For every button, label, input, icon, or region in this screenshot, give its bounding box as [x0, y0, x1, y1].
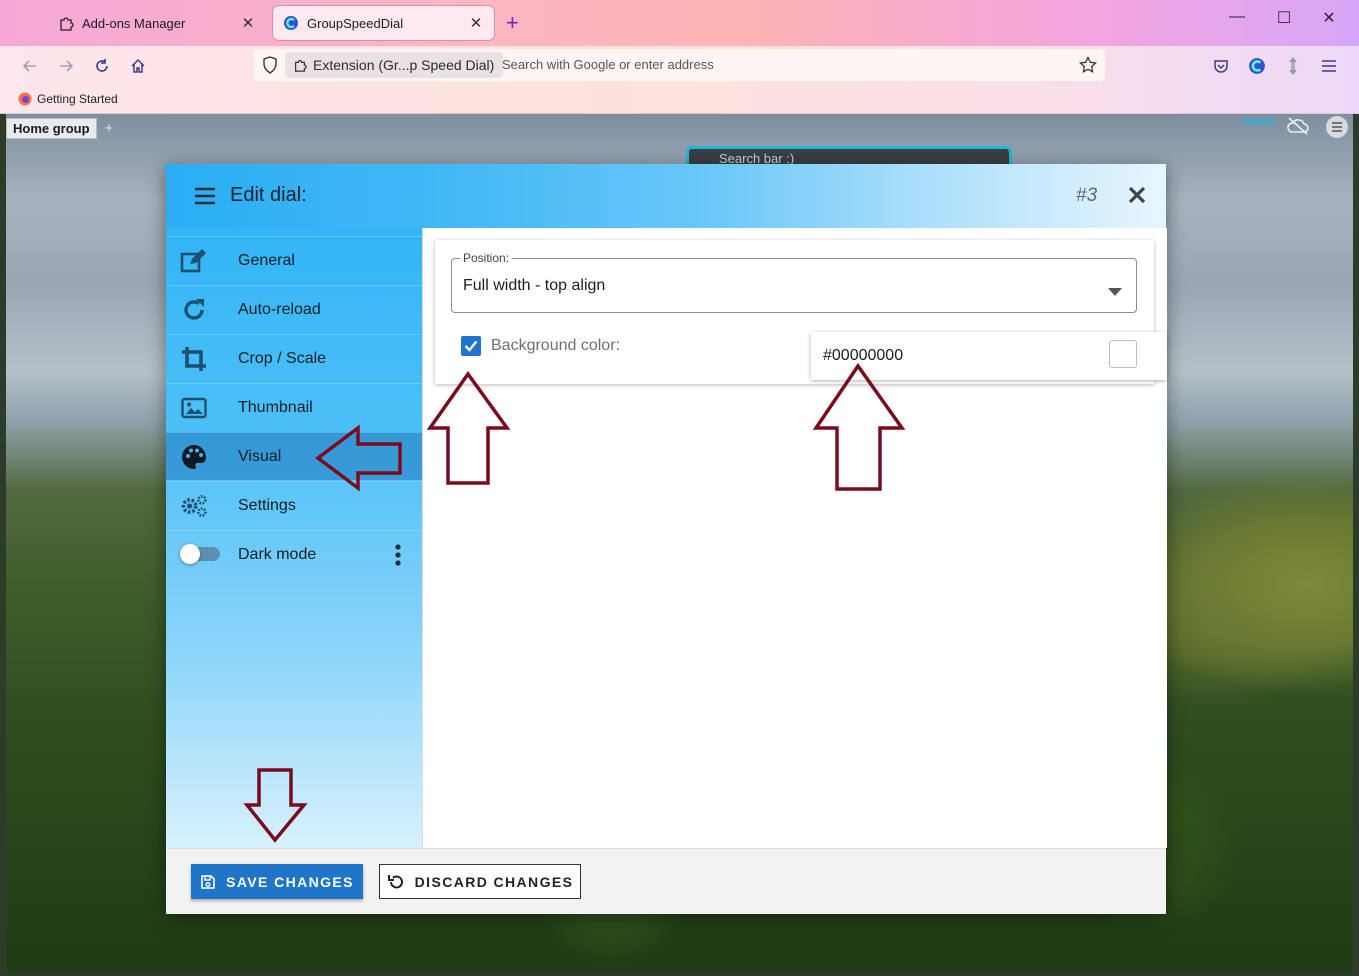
extension-icon[interactable]: [1282, 55, 1304, 77]
close-icon[interactable]: [1126, 184, 1148, 211]
close-icon[interactable]: ✕: [240, 14, 256, 32]
dialog-header: Edit dial: #3: [166, 164, 1166, 228]
dial-number: #3: [1076, 185, 1098, 206]
bookmark-label: Getting Started: [37, 92, 118, 106]
window-close-icon[interactable]: ✕: [1306, 8, 1352, 28]
save-changes-button[interactable]: SAVE CHANGES: [191, 864, 363, 899]
sidebar-item-dark-mode: Dark mode: [166, 530, 422, 578]
dialog-title: Edit dial:: [230, 184, 307, 206]
edit-dial-dialog: Edit dial: #3 General Auto-reload Crop /…: [166, 164, 1167, 914]
caret-down-icon: [1108, 283, 1122, 301]
toggle-knob: [180, 544, 200, 564]
tab-groupspeeddial[interactable]: GroupSpeedDial ✕: [273, 6, 494, 40]
color-swatch[interactable]: [1109, 340, 1137, 368]
extension-identity-label: Extension (Gr...p Speed Dial): [313, 57, 495, 73]
tab-label: Add-ons Manager: [82, 15, 186, 31]
sidebar-item-label: General: [238, 252, 295, 269]
reload-icon: [180, 298, 208, 322]
background-color-label: Background color:: [491, 337, 620, 354]
sidebar-item-label: Dark mode: [238, 546, 317, 563]
hamburger-menu-icon[interactable]: [194, 186, 216, 211]
undo-icon: [387, 874, 403, 888]
background-color-checkbox[interactable]: [461, 336, 481, 356]
discard-changes-label: DISCARD CHANGES: [414, 873, 574, 890]
bookmark-getting-started[interactable]: Getting Started: [18, 92, 118, 106]
sidebar-item-auto-reload[interactable]: Auto-reload: [166, 285, 422, 333]
sidebar-item-crop-scale[interactable]: Crop / Scale: [166, 334, 422, 382]
puzzle-icon: [58, 15, 74, 31]
back-icon[interactable]: [19, 55, 41, 77]
group-bar: Home group +: [6, 117, 114, 139]
dialog-footer: SAVE CHANGES DISCARD CHANGES: [166, 848, 1166, 914]
palette-icon: [180, 445, 208, 469]
home-link[interactable]: Home: [1244, 116, 1275, 128]
reload-icon[interactable]: [91, 55, 113, 77]
position-label: Position:: [460, 251, 513, 265]
discard-changes-button[interactable]: DISCARD CHANGES: [379, 864, 581, 899]
edit-icon: [180, 249, 208, 273]
dark-mode-toggle[interactable]: [180, 544, 220, 564]
background-color-value: #00000000: [823, 347, 904, 364]
address-bar[interactable]: Extension (Gr...p Speed Dial) Search wit…: [254, 49, 1105, 81]
tab-strip: Add-ons Manager ✕ GroupSpeedDial ✕ + — ☐…: [0, 0, 1359, 46]
sidebar-item-label: Visual: [238, 448, 282, 465]
home-icon[interactable]: [127, 55, 149, 77]
crop-icon: [180, 347, 208, 371]
gears-icon: [180, 494, 208, 518]
save-changes-label: SAVE CHANGES: [226, 873, 354, 890]
sidebar-item-label: Auto-reload: [238, 301, 321, 318]
puzzle-icon: [293, 58, 307, 72]
save-icon: [201, 874, 215, 889]
sidebar-item-label: Thumbnail: [238, 399, 313, 416]
more-vert-icon[interactable]: [394, 543, 402, 572]
check-icon: [464, 340, 478, 352]
group-tab-home[interactable]: Home group: [6, 117, 97, 139]
url-placeholder: Search with Google or enter address: [502, 57, 714, 72]
speeddial-menu-icon[interactable]: [1326, 116, 1348, 138]
bookmarks-toolbar: Getting Started: [0, 86, 1359, 114]
shield-icon[interactable]: [262, 56, 278, 79]
sidebar-item-settings[interactable]: Settings: [166, 481, 422, 529]
visual-settings-card: Position: Full width - top align Backgro…: [435, 240, 1167, 384]
hamburger-menu-icon[interactable]: [1318, 55, 1340, 77]
sidebar-item-thumbnail[interactable]: Thumbnail: [166, 383, 422, 431]
groupspeeddial-icon: [283, 15, 299, 31]
close-icon[interactable]: ✕: [468, 14, 484, 32]
navigation-toolbar: Extension (Gr...p Speed Dial) Search wit…: [0, 46, 1359, 86]
sidebar-item-label: Settings: [238, 497, 296, 514]
position-value: Full width - top align: [463, 277, 606, 294]
firefox-icon: [18, 92, 32, 106]
star-icon[interactable]: [1079, 55, 1097, 79]
pocket-icon[interactable]: [1210, 55, 1232, 77]
sidebar-item-visual[interactable]: Visual: [166, 432, 422, 480]
minimize-icon[interactable]: —: [1214, 8, 1260, 26]
cloud-off-icon[interactable]: [1286, 116, 1310, 141]
visual-settings-panel: Position: Full width - top align Backgro…: [422, 228, 1167, 848]
sidebar-item-general[interactable]: General: [166, 236, 422, 284]
tab-label: GroupSpeedDial: [307, 15, 404, 31]
tab-addons-manager[interactable]: Add-ons Manager ✕: [48, 6, 266, 40]
new-tab-button[interactable]: +: [506, 10, 519, 36]
extension-identity-badge[interactable]: Extension (Gr...p Speed Dial): [285, 52, 504, 78]
add-group-button[interactable]: +: [105, 120, 114, 137]
position-select[interactable]: Position: Full width - top align: [451, 251, 1137, 313]
maximize-icon[interactable]: ☐: [1261, 8, 1307, 28]
sidebar-item-label: Crop / Scale: [238, 350, 327, 367]
forward-icon[interactable]: [55, 55, 77, 77]
background-color-input[interactable]: #00000000: [811, 332, 1167, 380]
groupspeeddial-extension-icon[interactable]: [1246, 55, 1268, 77]
dialog-sidebar: General Auto-reload Crop / Scale Thumbna…: [166, 228, 422, 848]
image-icon: [180, 396, 208, 420]
